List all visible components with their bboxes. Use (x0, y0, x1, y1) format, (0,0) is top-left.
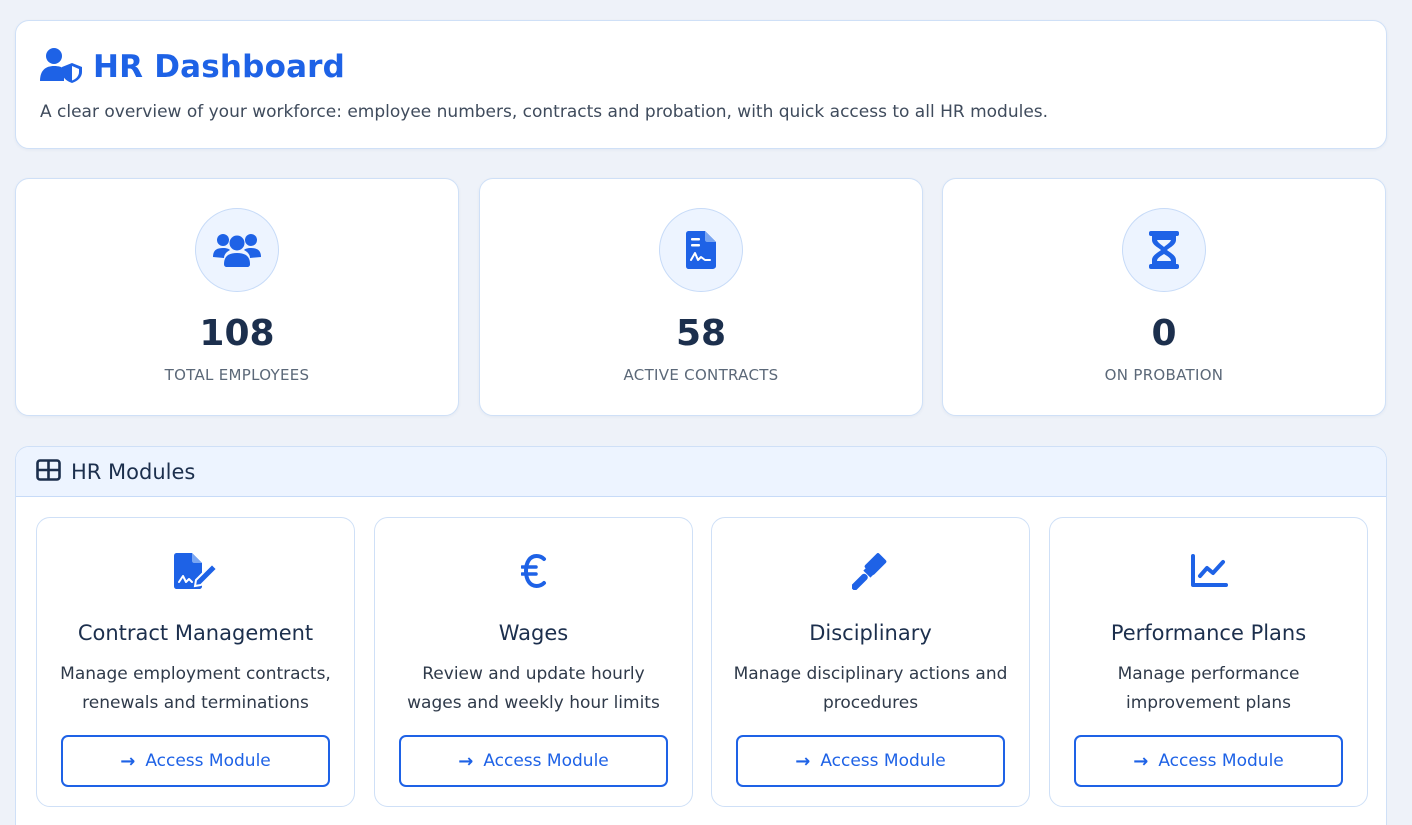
hr-modules-title: HR Modules (71, 459, 196, 484)
page-title: HR Dashboard (93, 49, 346, 85)
hr-modules-header: HR Modules (16, 447, 1386, 497)
header-title-row: HR Dashboard (40, 47, 1362, 87)
module-name: Disciplinary (809, 621, 932, 645)
access-module-label: Access Module (820, 751, 946, 771)
module-description: Manage disciplinary actions and procedur… (733, 664, 1008, 713)
module-card-contract-management: Contract Management Manage employment co… (36, 517, 355, 807)
module-card-performance-plans: Performance Plans Manage performance imp… (1049, 517, 1368, 807)
signed-contract-icon (659, 208, 743, 292)
page-subtitle: A clear overview of your workforce: empl… (40, 102, 1049, 122)
module-name: Wages (498, 621, 569, 645)
module-name: Contract Management (77, 621, 314, 645)
module-description: Manage performance improvement plans (1117, 664, 1300, 713)
module-card-disciplinary: Disciplinary Manage disciplinary actions… (711, 517, 1030, 807)
file-signature-icon (173, 551, 218, 591)
access-module-button-performance-plans[interactable]: → Access Module (1074, 735, 1343, 787)
stat-card-on-probation: 0 ON PROBATION (942, 178, 1386, 416)
header-card: HR Dashboard A clear overview of your wo… (15, 20, 1387, 149)
hourglass-icon (1122, 208, 1206, 292)
access-module-label: Access Module (483, 751, 609, 771)
access-module-button-wages[interactable]: → Access Module (399, 735, 668, 787)
module-description: Review and update hourly wages and weekl… (407, 664, 660, 713)
arrow-right-icon: → (120, 750, 136, 772)
module-name: Performance Plans (1110, 621, 1307, 645)
total-employees-value: 108 (199, 313, 275, 354)
chart-line-icon (1187, 551, 1231, 591)
users-icon (195, 208, 279, 292)
active-contracts-value: 58 (675, 313, 727, 354)
hr-modules-panel: HR Modules Contract Management Manage em… (15, 446, 1387, 825)
access-module-label: Access Module (1158, 751, 1284, 771)
arrow-right-icon: → (458, 750, 474, 772)
gavel-icon (849, 551, 893, 591)
active-contracts-label: ACTIVE CONTRACTS (623, 366, 779, 384)
access-module-label: Access Module (145, 751, 271, 771)
grid-icon (36, 458, 61, 485)
stat-card-active-contracts: 58 ACTIVE CONTRACTS (479, 178, 923, 416)
euro-icon (512, 551, 556, 591)
arrow-right-icon: → (795, 750, 811, 772)
stat-card-total-employees: 108 TOTAL EMPLOYEES (15, 178, 459, 416)
access-module-button-contract-management[interactable]: → Access Module (61, 735, 330, 787)
total-employees-label: TOTAL EMPLOYEES (164, 366, 310, 384)
module-description: Manage employment contracts, renewals an… (60, 664, 331, 713)
user-shield-icon (40, 47, 83, 87)
arrow-right-icon: → (1133, 750, 1149, 772)
access-module-button-disciplinary[interactable]: → Access Module (736, 735, 1005, 787)
on-probation-label: ON PROBATION (1104, 366, 1224, 384)
on-probation-value: 0 (1151, 313, 1177, 354)
module-card-wages: Wages Review and update hourly wages and… (374, 517, 693, 807)
